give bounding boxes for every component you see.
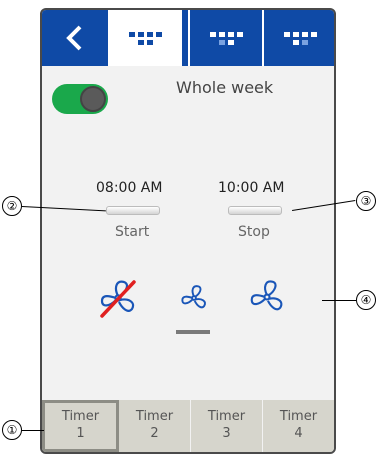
callout-1: ① — [2, 420, 22, 440]
timer-tab-number: 4 — [294, 426, 303, 441]
timer-tab-label: Timer — [279, 409, 318, 424]
stop-time-slider[interactable] — [228, 206, 282, 215]
timer-tab-1[interactable]: Timer 1 — [42, 400, 119, 452]
callout-4-leader — [322, 300, 356, 301]
schedule-enable-toggle[interactable] — [52, 84, 108, 114]
fan-high-icon — [250, 280, 283, 311]
callout-2: ② — [2, 196, 22, 216]
selected-fan-indicator — [176, 330, 210, 334]
timer-tab-2[interactable]: Timer 2 — [119, 400, 191, 452]
timer-tab-bar: Timer 1 Timer 2 Timer 3 Timer 4 — [42, 400, 334, 452]
timer-tab-label: Timer — [207, 409, 246, 424]
schedule-tab-3[interactable] — [262, 10, 334, 66]
schedule-grid-icon — [128, 31, 162, 45]
fan-low-button[interactable] — [178, 282, 210, 318]
timer-tab-number: 3 — [222, 426, 231, 441]
timer-tab-number: 2 — [150, 426, 159, 441]
start-time-slider[interactable] — [106, 206, 160, 215]
chevron-left-icon — [66, 25, 82, 51]
schedule-grid-icon — [209, 31, 243, 45]
fan-low-icon — [181, 285, 206, 309]
fan-off-button[interactable] — [96, 276, 140, 324]
callout-1-leader — [22, 430, 44, 431]
back-button[interactable] — [42, 10, 108, 66]
fan-off-icon — [100, 280, 136, 318]
callout-4: ④ — [356, 290, 376, 310]
timer-tab-3[interactable]: Timer 3 — [191, 400, 263, 452]
timer-settings-screen: Whole week 08:00 AM Start 10:00 AM Stop — [40, 8, 336, 454]
toggle-knob — [80, 86, 106, 112]
timer-tab-label: Timer — [61, 409, 100, 424]
schedule-tab-2[interactable] — [188, 10, 262, 66]
timer-tab-4[interactable]: Timer 4 — [263, 400, 334, 452]
timer-tab-number: 1 — [76, 426, 85, 441]
stop-time: 10:00 AM — [218, 180, 285, 196]
days-label: Whole week — [176, 78, 274, 97]
start-time: 08:00 AM — [96, 180, 163, 196]
callout-3: ③ — [356, 191, 376, 211]
schedule-grid-icon — [283, 31, 317, 45]
start-label: Start — [115, 224, 150, 240]
timer-tab-label: Timer — [135, 409, 174, 424]
stop-label: Stop — [238, 224, 270, 240]
header-bar — [42, 10, 334, 66]
schedule-tab-1[interactable] — [108, 10, 182, 66]
fan-high-button[interactable] — [246, 276, 288, 322]
